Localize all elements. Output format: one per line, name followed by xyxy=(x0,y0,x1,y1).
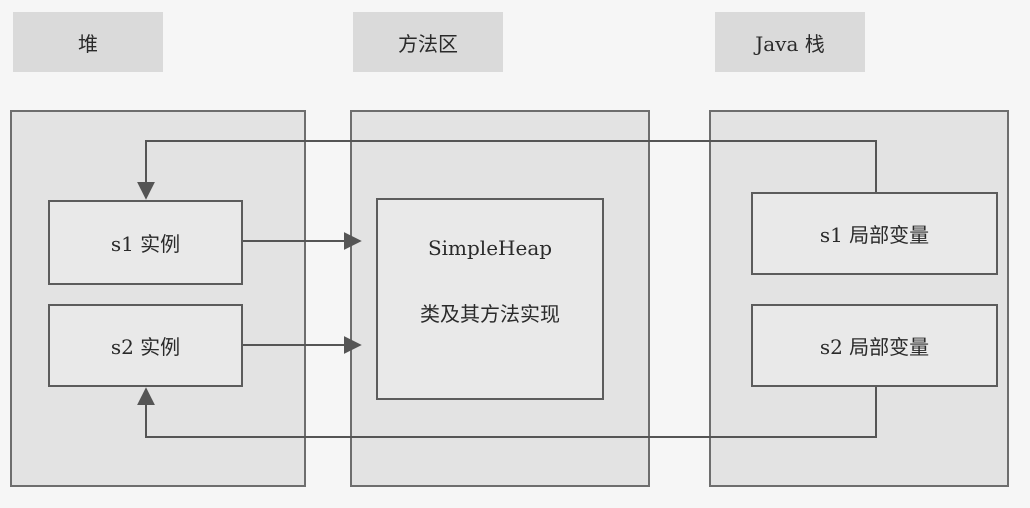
s1-reference-arrow xyxy=(137,140,877,200)
s2-reference-arrow xyxy=(137,387,877,438)
connector-arrows xyxy=(137,140,877,438)
